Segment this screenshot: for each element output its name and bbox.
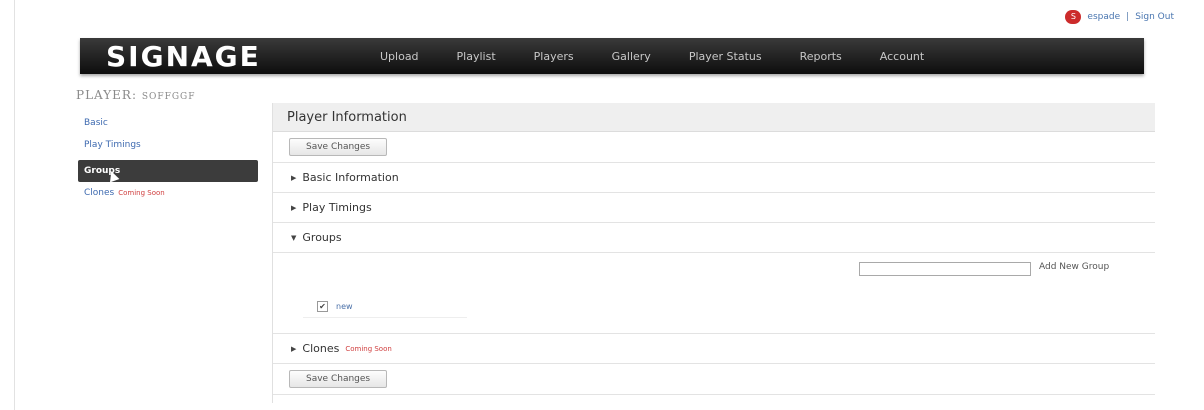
page-title-prefix: PLAYER: — [76, 88, 137, 102]
signage-logo[interactable]: SIGNAGE — [106, 40, 261, 73]
coming-soon-badge: Coming Soon — [118, 189, 165, 197]
username-link[interactable]: espade — [1087, 12, 1120, 22]
expanded-triangle-icon: ▼ — [291, 233, 297, 242]
nav-gallery[interactable]: Gallery — [612, 50, 651, 63]
player-subnav: Basic Play Timings Groups Clones Coming S… — [78, 112, 258, 204]
page-title-player-name: SOFFGGF — [141, 92, 196, 102]
collapsed-triangle-icon: ▶ — [291, 203, 297, 212]
collapsed-triangle-icon: ▶ — [291, 173, 297, 182]
section-clones[interactable]: ▶ Clones Coming Soon — [273, 334, 1155, 364]
subnav-item-basic[interactable]: Basic — [78, 112, 258, 134]
subnav-clones-label: Clones — [84, 188, 115, 198]
section-clones-label: Clones — [302, 342, 340, 355]
main-nav: Upload Playlist Players Gallery Player S… — [380, 38, 962, 74]
nav-players[interactable]: Players — [534, 50, 574, 63]
subnav-item-clones[interactable]: Clones Coming Soon — [78, 182, 258, 204]
top-button-row: Save Changes — [273, 132, 1155, 163]
subnav-item-groups[interactable]: Groups — [78, 160, 258, 182]
panel-title: Player Information — [273, 103, 1155, 132]
nav-reports[interactable]: Reports — [800, 50, 842, 63]
player-information-panel: Player Information Save Changes ▶ Basic … — [272, 103, 1155, 403]
subnav-item-play-timings[interactable]: Play Timings — [78, 134, 258, 156]
coming-soon-badge: Coming Soon — [345, 344, 392, 353]
top-header: SIGNAGE Upload Playlist Players Gallery … — [80, 38, 1144, 74]
page-title: PLAYER: SOFFGGF — [76, 88, 195, 102]
user-bar: S espade | Sign Out — [1065, 10, 1174, 24]
save-changes-button-top[interactable]: Save Changes — [289, 138, 388, 156]
userbar-separator: | — [1126, 12, 1130, 22]
new-group-input[interactable] — [859, 262, 1031, 276]
group-name-label: new — [336, 301, 353, 311]
section-play-timings-label: Play Timings — [302, 201, 372, 214]
group-list-item: ✔ new — [303, 295, 467, 318]
section-play-timings[interactable]: ▶ Play Timings — [273, 193, 1155, 223]
section-groups-label: Groups — [302, 231, 342, 244]
nav-player-status[interactable]: Player Status — [689, 50, 762, 63]
nav-account[interactable]: Account — [880, 50, 924, 63]
group-checkbox[interactable]: ✔ — [317, 300, 328, 312]
bottom-button-row: Save Changes — [273, 364, 1155, 395]
section-groups[interactable]: ▼ Groups — [273, 223, 1155, 253]
groups-body: Add New Group ✔ new — [273, 253, 1155, 334]
page-edge-divider — [14, 0, 15, 410]
nav-upload[interactable]: Upload — [380, 50, 419, 63]
add-new-group-button[interactable]: Add New Group — [1039, 262, 1109, 272]
sign-out-link[interactable]: Sign Out — [1135, 12, 1174, 22]
collapsed-triangle-icon: ▶ — [291, 344, 297, 353]
section-basic-label: Basic Information — [302, 171, 399, 184]
section-basic-information[interactable]: ▶ Basic Information — [273, 163, 1155, 193]
user-avatar-icon: S — [1065, 10, 1082, 24]
nav-playlist[interactable]: Playlist — [457, 50, 496, 63]
save-changes-button-bottom[interactable]: Save Changes — [289, 370, 388, 388]
